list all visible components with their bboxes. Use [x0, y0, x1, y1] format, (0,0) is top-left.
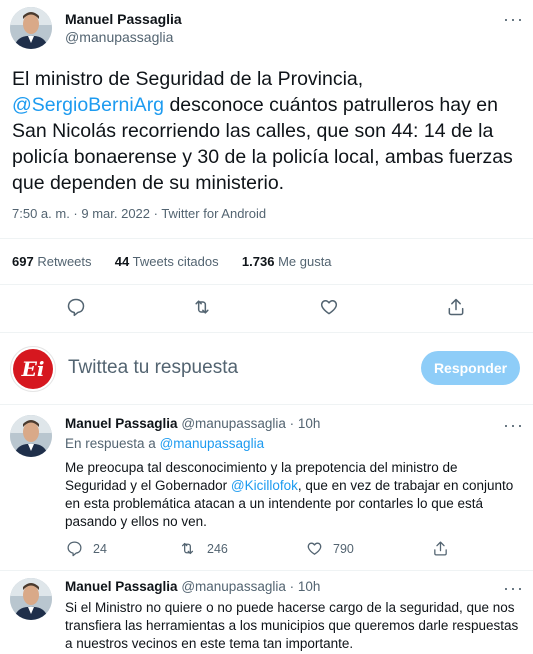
share-button[interactable] [446, 297, 466, 317]
reply-count: 24 [93, 541, 107, 556]
reply-author-handle[interactable]: @manupassaglia [181, 579, 286, 594]
reply-input[interactable]: Twittea tu respuesta [68, 357, 238, 379]
responder-button[interactable]: Responder [421, 351, 520, 385]
reply-action-retweet[interactable]: 246 [178, 540, 228, 557]
reply-text: Si el Ministro no quiere o no puede hace… [65, 600, 519, 651]
like-button[interactable] [319, 297, 339, 317]
replying-to-link[interactable]: @manupassaglia [160, 436, 265, 451]
tweet-text-part: El ministro de Seguridad de la Provincia… [12, 68, 364, 90]
replying-to: En respuesta a @manupassaglia [65, 436, 265, 451]
reply-action-like[interactable]: 790 [306, 540, 354, 557]
retweet-count: 246 [207, 541, 228, 556]
reply-time[interactable]: · 10h [290, 579, 321, 594]
likes-stat[interactable]: 1.736 Me gusta [242, 254, 332, 269]
more-options-icon[interactable]: ··· [503, 10, 524, 28]
tweet-stats: 697 Retweets 44 Tweets citados 1.736 Me … [12, 254, 332, 269]
reply-header: Manuel Passaglia @manupassaglia · 10h [65, 416, 320, 431]
retweet-icon [195, 300, 209, 314]
reply-icon [67, 298, 85, 317]
more-options-icon[interactable]: ··· [503, 579, 524, 597]
retweet-icon [181, 542, 194, 555]
tweet-text: El ministro de Seguridad de la Provincia… [12, 66, 527, 196]
ei-logo: Ei [13, 349, 53, 389]
reply-avatar[interactable] [10, 415, 52, 457]
reply-author-name[interactable]: Manuel Passaglia [65, 416, 178, 431]
divider [0, 238, 533, 239]
divider [0, 284, 533, 285]
mention-link[interactable]: @Kicillofok [231, 478, 298, 493]
reply-button[interactable] [66, 297, 86, 317]
reply-time[interactable]: · 10h [290, 416, 321, 431]
reply-author-handle[interactable]: @manupassaglia [181, 416, 286, 431]
tweet-timestamp[interactable]: 7:50 a. m. · 9 mar. 2022 · Twitter for A… [12, 206, 266, 221]
reply-header: Manuel Passaglia @manupassaglia · 10h [65, 579, 320, 594]
reply-action-reply[interactable]: 24 [66, 540, 107, 557]
share-icon [434, 541, 447, 556]
share-icon [448, 298, 464, 316]
reply-text: Me preocupa tal desconocimiento y la pre… [65, 460, 514, 529]
heart-icon [307, 542, 322, 555]
more-options-icon[interactable]: ··· [503, 416, 524, 434]
retweets-stat[interactable]: 697 Retweets [12, 254, 92, 269]
divider [0, 570, 533, 571]
like-count: 790 [333, 541, 354, 556]
retweet-button[interactable] [191, 297, 213, 317]
reply-avatar[interactable] [10, 578, 52, 620]
quotes-stat[interactable]: 44 Tweets citados [115, 254, 219, 269]
composer-avatar: Ei [10, 346, 56, 392]
reply-action-share[interactable] [432, 540, 449, 557]
author-avatar[interactable] [10, 7, 52, 49]
author-name[interactable]: Manuel Passaglia [65, 11, 182, 27]
divider [0, 404, 533, 405]
mention-link[interactable]: @SergioBerniArg [12, 94, 164, 116]
divider [0, 332, 533, 333]
heart-icon [320, 300, 338, 315]
reply-author-name[interactable]: Manuel Passaglia [65, 579, 178, 594]
author-handle[interactable]: @manupassaglia [65, 29, 173, 45]
reply-icon [67, 541, 82, 557]
